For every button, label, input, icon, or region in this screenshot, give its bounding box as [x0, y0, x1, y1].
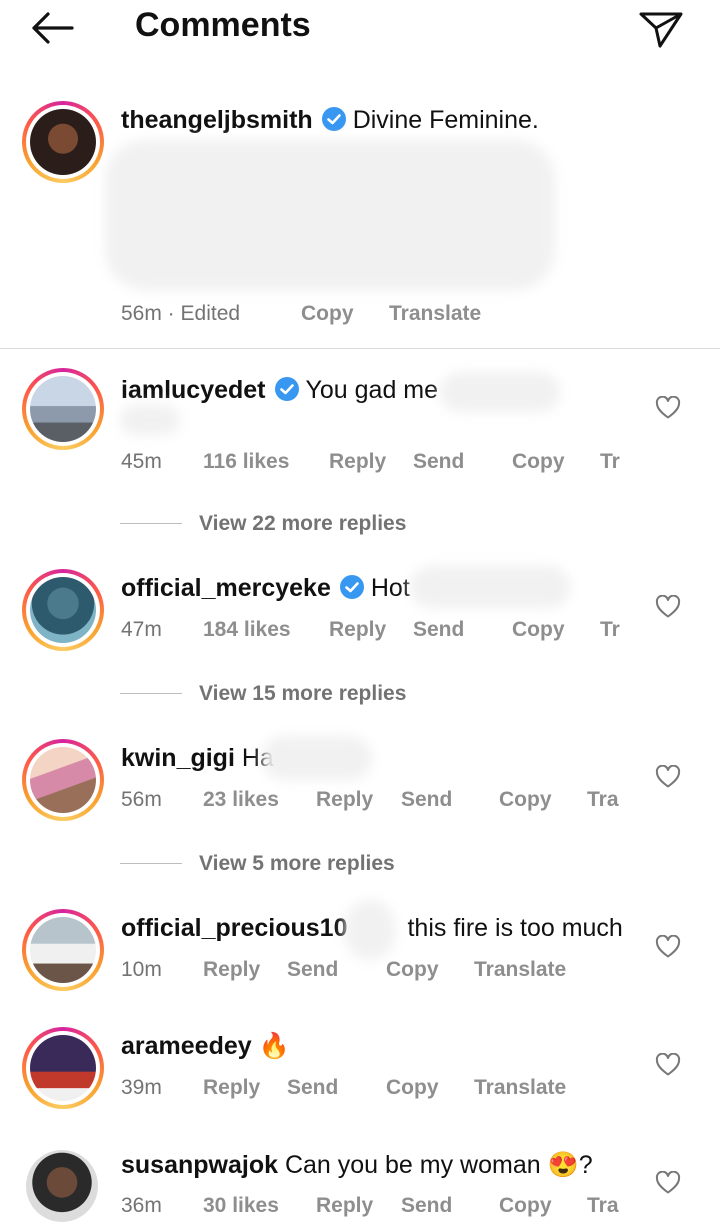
- heart-icon[interactable]: [655, 1171, 681, 1195]
- comment-avatar[interactable]: [22, 368, 104, 450]
- redacted-text: [345, 900, 395, 960]
- translate-button[interactable]: Tr: [600, 450, 620, 474]
- comment-username[interactable]: official_precious10: [121, 914, 347, 942]
- comment-line: susanpwajok Can you be my woman 😍?: [121, 1151, 593, 1180]
- view-replies-label: View 5 more replies: [199, 852, 395, 875]
- arrow-left-icon: [32, 12, 74, 44]
- share-button[interactable]: [636, 6, 686, 50]
- copy-button[interactable]: Copy: [499, 788, 552, 812]
- send-button[interactable]: Send: [413, 618, 464, 642]
- redacted-text: [105, 140, 555, 290]
- heart-icon[interactable]: [655, 396, 681, 420]
- comment-meta: 39m Reply Send Copy Translate: [121, 1076, 641, 1102]
- back-button[interactable]: [28, 8, 78, 48]
- send-button[interactable]: Send: [287, 958, 338, 982]
- comment-meta: 36m 30 likes Reply Send Copy Tra: [121, 1194, 641, 1220]
- comment-time: 45m: [121, 450, 162, 473]
- copy-button[interactable]: Copy: [512, 450, 565, 474]
- likes-count[interactable]: 116 likes: [203, 450, 289, 474]
- translate-button[interactable]: Translate: [389, 302, 481, 326]
- caption-avatar[interactable]: [22, 101, 104, 183]
- comment-text: Can you be my woman 😍?: [284, 1151, 593, 1179]
- reply-button[interactable]: Reply: [329, 618, 386, 642]
- paper-plane-icon: [639, 12, 683, 48]
- comment-meta: 45m 116 likes Reply Send Copy Tr: [121, 450, 641, 476]
- heart-icon[interactable]: [655, 935, 681, 959]
- comment-line: arameedey 🔥: [121, 1032, 290, 1061]
- likes-count[interactable]: 23 likes: [203, 788, 279, 812]
- comment-avatar[interactable]: [26, 1150, 98, 1222]
- translate-button[interactable]: Tra: [587, 1194, 619, 1218]
- page-title: Comments: [135, 6, 311, 44]
- header-bar: Comments: [0, 0, 720, 60]
- translate-button[interactable]: Tr: [600, 618, 620, 642]
- send-button[interactable]: Send: [401, 788, 452, 812]
- send-button[interactable]: Send: [413, 450, 464, 474]
- comment-time: 56m: [121, 788, 162, 811]
- heart-icon[interactable]: [655, 595, 681, 619]
- copy-button[interactable]: Copy: [386, 1076, 439, 1100]
- view-replies-label: View 15 more replies: [199, 682, 407, 705]
- comment-avatar[interactable]: [22, 569, 104, 651]
- comment-time: 39m: [121, 1076, 162, 1099]
- verified-badge-icon: [339, 575, 364, 599]
- comment-line: kwin_gigi Ha: [121, 744, 274, 773]
- caption-line: theangeljbsmith Divine Feminine.: [121, 106, 539, 135]
- redacted-text: [440, 372, 560, 412]
- translate-button[interactable]: Translate: [474, 958, 566, 982]
- reply-button[interactable]: Reply: [203, 1076, 260, 1100]
- caption-text: Divine Feminine.: [352, 106, 539, 134]
- comment-username[interactable]: arameedey: [121, 1032, 252, 1060]
- copy-button[interactable]: Copy: [512, 618, 565, 642]
- verified-badge-icon: [321, 107, 346, 131]
- comment-username[interactable]: susanpwajok: [121, 1151, 278, 1179]
- comment-avatar[interactable]: [22, 909, 104, 991]
- translate-button[interactable]: Tra: [587, 788, 619, 812]
- caption-meta: 56m · Edited Copy Translate: [121, 302, 681, 328]
- translate-button[interactable]: Translate: [474, 1076, 566, 1100]
- verified-badge-icon: [274, 377, 299, 401]
- reply-button[interactable]: Reply: [203, 958, 260, 982]
- send-button[interactable]: Send: [287, 1076, 338, 1100]
- comment-meta: 10m Reply Send Copy Translate: [121, 958, 641, 984]
- comment-time: 47m: [121, 618, 162, 641]
- comment-username[interactable]: iamlucyedet: [121, 376, 266, 404]
- comment-meta: 47m 184 likes Reply Send Copy Tr: [121, 618, 641, 644]
- reply-button[interactable]: Reply: [316, 1194, 373, 1218]
- send-button[interactable]: Send: [401, 1194, 452, 1218]
- redacted-text: [410, 566, 570, 608]
- reply-button[interactable]: Reply: [316, 788, 373, 812]
- divider: [0, 348, 720, 349]
- likes-count[interactable]: 30 likes: [203, 1194, 279, 1218]
- comment-text: Hot: [370, 574, 410, 602]
- comment-username[interactable]: official_mercyeke: [121, 574, 331, 602]
- comment-time: 10m: [121, 958, 162, 981]
- view-replies-label: View 22 more replies: [199, 512, 407, 535]
- comment-username[interactable]: kwin_gigi: [121, 744, 235, 772]
- copy-button[interactable]: Copy: [301, 302, 354, 326]
- redacted-text: [262, 736, 372, 780]
- comment-text: this fire is too much: [407, 914, 623, 942]
- copy-button[interactable]: Copy: [499, 1194, 552, 1218]
- comment-line: official_mercyeke Hot: [121, 574, 410, 603]
- comment-avatar[interactable]: [22, 739, 104, 821]
- redacted-text: [120, 405, 180, 435]
- comment-avatar[interactable]: [22, 1027, 104, 1109]
- caption-username[interactable]: theangeljbsmith: [121, 106, 313, 134]
- likes-count[interactable]: 184 likes: [203, 618, 291, 642]
- copy-button[interactable]: Copy: [386, 958, 439, 982]
- comment-meta: 56m 23 likes Reply Send Copy Tra: [121, 788, 641, 814]
- comment-line: iamlucyedet You gad me: [121, 376, 438, 405]
- reply-button[interactable]: Reply: [329, 450, 386, 474]
- fire-emoji: 🔥: [258, 1032, 290, 1060]
- caption-time: 56m · Edited: [121, 302, 241, 325]
- heart-icon[interactable]: [655, 1053, 681, 1077]
- comment-text: You gad me: [305, 376, 439, 404]
- comment-time: 36m: [121, 1194, 162, 1217]
- heart-icon[interactable]: [655, 765, 681, 789]
